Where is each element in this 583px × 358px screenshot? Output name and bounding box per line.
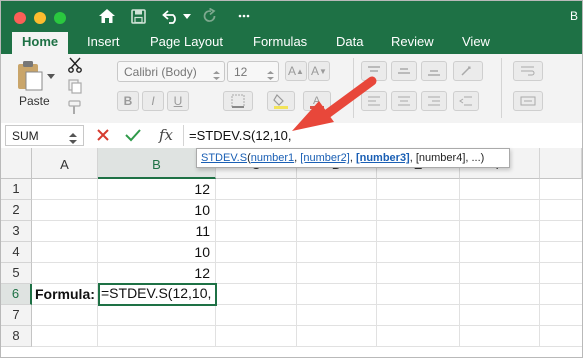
annotation-arrow-icon — [292, 76, 377, 131]
excel-window: B Home Insert Page Layout Formulas Data … — [0, 0, 583, 358]
